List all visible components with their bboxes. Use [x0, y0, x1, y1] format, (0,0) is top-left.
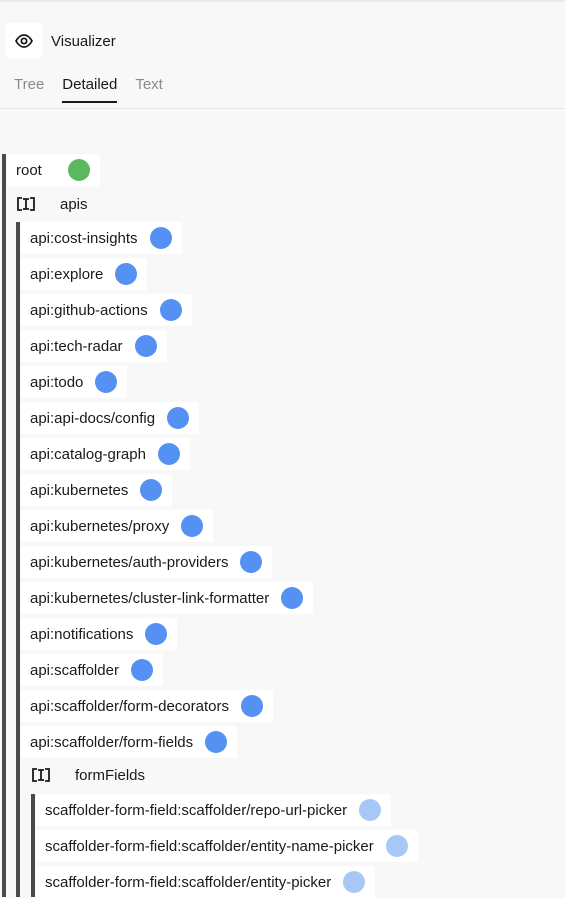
- eye-icon-button[interactable]: [6, 23, 42, 59]
- node-label: api:scaffolder/form-fields: [30, 733, 194, 751]
- status-dot: [157, 443, 180, 465]
- tree-node-form-field[interactable]: scaffolder-form-field:scaffolder/entity-…: [36, 866, 376, 898]
- node-label: api:catalog-graph: [30, 445, 146, 463]
- node-label: api:github-actions: [30, 301, 148, 319]
- input-attachment-icon: [17, 197, 35, 211]
- status-dot: [385, 835, 408, 857]
- tree-node-api[interactable]: api:scaffolder/form-decorators: [21, 690, 273, 722]
- status-dot: [115, 263, 138, 285]
- group-label: apis: [60, 195, 88, 213]
- tree-node-api[interactable]: api:explore: [21, 258, 148, 290]
- status-dot: [140, 479, 163, 501]
- node-label: api:todo: [30, 373, 84, 391]
- status-dot: [134, 335, 157, 357]
- status-dot: [130, 659, 153, 681]
- status-dot: [281, 587, 304, 609]
- node-label: api:kubernetes: [30, 481, 129, 499]
- status-dot: [67, 159, 90, 181]
- tab-detailed[interactable]: Detailed: [62, 76, 118, 103]
- node-label: api:tech-radar: [30, 337, 123, 355]
- tree-node-api[interactable]: api:tech-radar: [21, 330, 167, 362]
- status-dot: [95, 371, 118, 393]
- tab-tree[interactable]: Tree: [14, 76, 44, 103]
- status-dot: [240, 551, 263, 573]
- input-group-apis: apis: [16, 190, 88, 218]
- tree-node-api[interactable]: api:todo: [21, 366, 128, 398]
- tree-node-api[interactable]: api:notifications: [21, 618, 178, 650]
- node-label: scaffolder-form-field:scaffolder/entity-…: [45, 873, 332, 891]
- status-dot: [149, 227, 172, 249]
- tree-node-api[interactable]: api:catalog-graph: [21, 438, 190, 470]
- tree-node-api[interactable]: api:kubernetes/cluster-link-formatter: [21, 582, 314, 614]
- input-group-formfields: formFields: [31, 761, 145, 789]
- node-label: api:kubernetes/auth-providers: [30, 553, 229, 571]
- node-label: api:explore: [30, 265, 104, 283]
- tabs-divider: [0, 108, 565, 109]
- status-dot: [159, 299, 182, 321]
- tree-node-api[interactable]: api:cost-insights: [21, 222, 182, 254]
- status-dot: [145, 623, 168, 645]
- node-label: api:kubernetes/cluster-link-formatter: [30, 589, 270, 607]
- status-dot: [167, 407, 190, 429]
- status-dot: [205, 731, 228, 753]
- view-tabs: Tree Detailed Text: [14, 76, 181, 103]
- status-dot: [181, 515, 204, 537]
- tree-node-form-field[interactable]: scaffolder-form-field:scaffolder/repo-ur…: [36, 794, 392, 826]
- visualizer-header: Visualizer: [6, 22, 116, 60]
- root-branch-line: [2, 154, 6, 897]
- tree-node-api[interactable]: api:kubernetes/auth-providers: [21, 546, 273, 578]
- status-dot: [240, 695, 263, 717]
- top-border: [0, 0, 565, 2]
- tree-node-api[interactable]: api:api-docs/config: [21, 402, 200, 434]
- node-label: root: [16, 161, 42, 179]
- tree-node-api[interactable]: api:kubernetes/proxy: [21, 510, 214, 542]
- tree-node-api[interactable]: api:scaffolder/form-fields: [21, 726, 238, 758]
- page-title: Visualizer: [51, 32, 116, 50]
- node-label: api:notifications: [30, 625, 134, 643]
- tree-node-api[interactable]: api:github-actions: [21, 294, 192, 326]
- eye-icon: [15, 34, 33, 48]
- node-label: api:api-docs/config: [30, 409, 156, 427]
- node-label: api:scaffolder: [30, 661, 119, 679]
- tree-node-root[interactable]: root: [7, 154, 100, 186]
- node-label: scaffolder-form-field:scaffolder/repo-ur…: [45, 801, 348, 819]
- node-label: api:kubernetes/proxy: [30, 517, 170, 535]
- status-dot: [359, 799, 382, 821]
- tree-node-api[interactable]: api:kubernetes: [21, 474, 173, 506]
- tree-node-form-field[interactable]: scaffolder-form-field:scaffolder/entity-…: [36, 830, 418, 862]
- apis-branch-line: [16, 222, 20, 897]
- node-label: api:scaffolder/form-decorators: [30, 697, 229, 715]
- status-dot: [343, 871, 366, 893]
- input-attachment-icon: [32, 768, 50, 782]
- tree-node-api[interactable]: api:scaffolder: [21, 654, 163, 686]
- formfields-branch-line: [31, 794, 35, 897]
- node-label: scaffolder-form-field:scaffolder/entity-…: [45, 837, 374, 855]
- group-label: formFields: [75, 766, 146, 784]
- tab-text[interactable]: Text: [135, 76, 163, 103]
- node-label: api:cost-insights: [30, 229, 138, 247]
